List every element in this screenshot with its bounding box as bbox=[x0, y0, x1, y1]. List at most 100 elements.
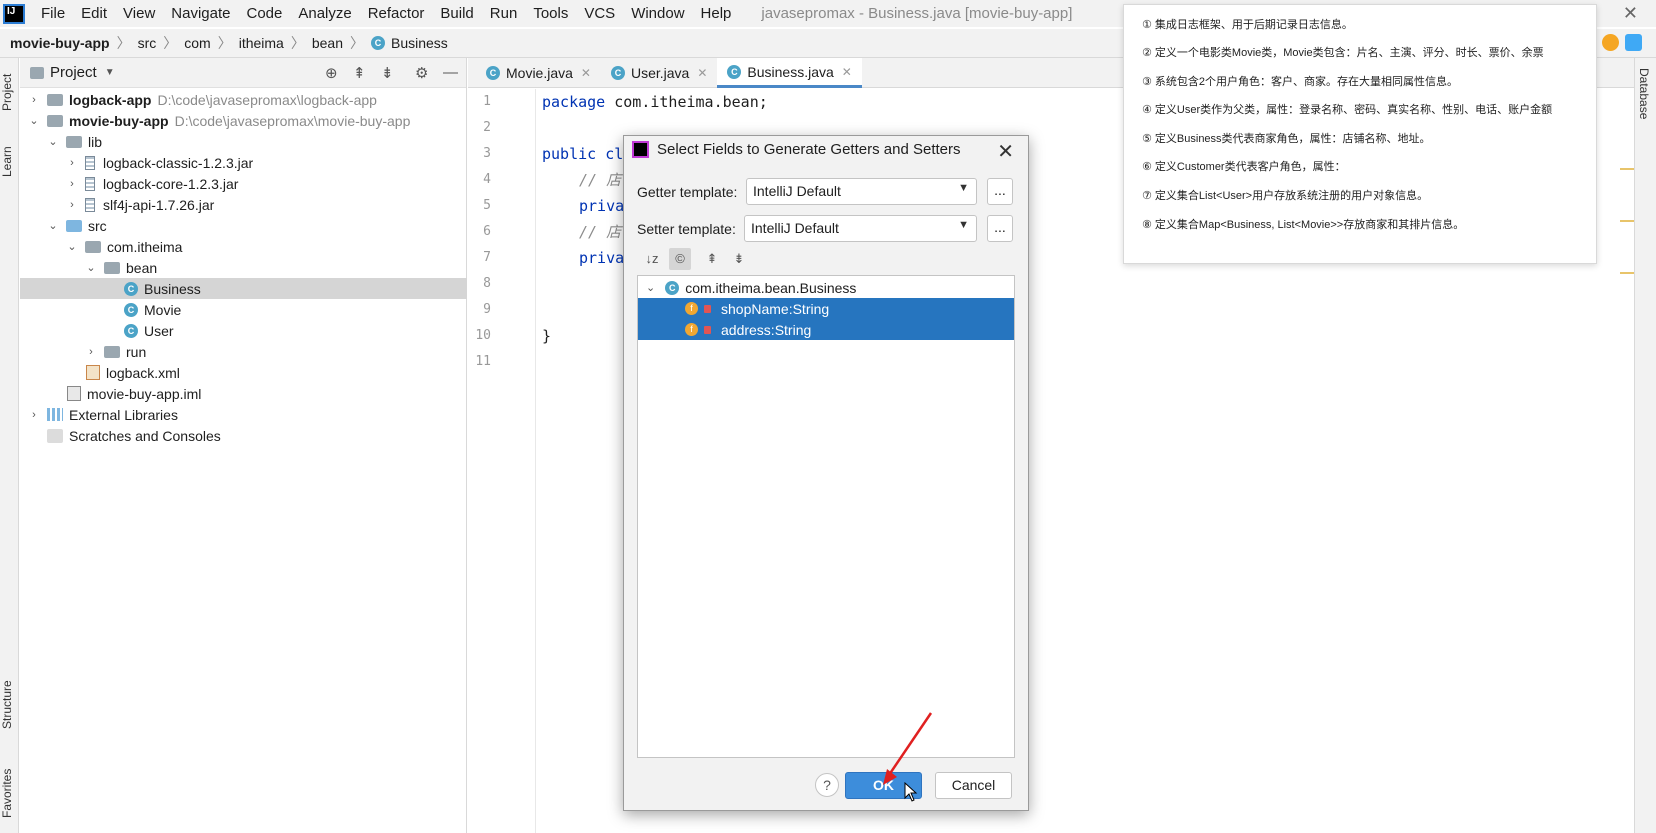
setter-template-select[interactable]: IntelliJ Default ▼ bbox=[744, 215, 977, 242]
breadcrumb-bean[interactable]: bean bbox=[312, 35, 343, 51]
note-item: ④ 定义User类作为父类，属性：登录名称、密码、真实名称、性别、电话、账户金额 bbox=[1142, 104, 1553, 116]
tree-item-class[interactable]: C Movie bbox=[20, 299, 467, 320]
tree-item-movie-buy-app[interactable]: ⌄ movie-buy-app D:\code\javasepromax\mov… bbox=[20, 110, 467, 131]
cancel-button[interactable]: Cancel bbox=[935, 772, 1012, 799]
tree-item-lib[interactable]: ⌄ lib bbox=[20, 131, 467, 152]
notification-icons bbox=[1602, 34, 1642, 51]
tree-item-logback-app[interactable]: › logback-app D:\code\javasepromax\logba… bbox=[20, 89, 467, 110]
tree-item-path: D:\code\javasepromax\logback-app bbox=[157, 91, 377, 108]
breadcrumb-com[interactable]: com bbox=[184, 35, 210, 51]
chevron-right-icon[interactable]: › bbox=[66, 157, 78, 169]
warning-stripe[interactable] bbox=[1620, 272, 1634, 274]
menu-edit[interactable]: Edit bbox=[81, 5, 107, 22]
chevron-down-icon[interactable]: ⌄ bbox=[47, 135, 59, 148]
menu-refactor[interactable]: Refactor bbox=[368, 5, 425, 22]
warning-stripe[interactable] bbox=[1620, 220, 1634, 222]
menu-navigate[interactable]: Navigate bbox=[171, 5, 230, 22]
plugin-icon[interactable] bbox=[1625, 34, 1642, 51]
menu-build[interactable]: Build bbox=[440, 5, 473, 22]
field-item-address[interactable]: f address:String bbox=[638, 319, 1014, 340]
window-close-icon[interactable]: ✕ bbox=[1623, 3, 1638, 24]
tool-tab-structure[interactable]: Structure bbox=[0, 670, 19, 740]
menu-view[interactable]: View bbox=[123, 5, 155, 22]
setter-template-more-button[interactable]: ... bbox=[987, 215, 1013, 242]
project-panel: Project ▼ ⊕ ⇞ ⇟ ⚙ — › logback-app D:\cod… bbox=[20, 58, 467, 833]
breadcrumb-itheima[interactable]: itheima bbox=[239, 35, 284, 51]
menu-window[interactable]: Window bbox=[631, 5, 684, 22]
tool-tab-favorites[interactable]: Favorites bbox=[0, 758, 19, 828]
breadcrumb-file[interactable]: C Business bbox=[371, 35, 448, 51]
tree-item-jar[interactable]: › logback-classic-1.2.3.jar bbox=[20, 152, 467, 173]
menu-run[interactable]: Run bbox=[490, 5, 518, 22]
getter-template-select[interactable]: IntelliJ Default ▼ bbox=[746, 178, 977, 205]
collapse-all-icon[interactable]: ⇟ bbox=[728, 248, 750, 270]
warning-stripe[interactable] bbox=[1620, 168, 1634, 170]
dialog-title-bar: Select Fields to Generate Getters and Se… bbox=[632, 141, 961, 158]
menu-analyze[interactable]: Analyze bbox=[298, 5, 351, 22]
close-icon[interactable]: ✕ bbox=[581, 66, 591, 80]
expand-all-icon[interactable]: ⇞ bbox=[353, 64, 366, 82]
tool-tab-learn[interactable]: Learn bbox=[0, 138, 19, 186]
tree-item-package[interactable]: ⌄ com.itheima bbox=[20, 236, 467, 257]
tree-root-class[interactable]: ⌄ C com.itheima.bean.Business bbox=[638, 277, 1014, 298]
tree-item-package[interactable]: › run bbox=[20, 341, 467, 362]
note-item: ⑤ 定义Business类代表商家角色，属性：店铺名称、地址。 bbox=[1142, 133, 1431, 145]
close-icon[interactable]: ✕ bbox=[842, 65, 852, 79]
tool-tab-database[interactable]: Database bbox=[1637, 68, 1651, 119]
chevron-down-icon[interactable]: ⌄ bbox=[85, 261, 97, 274]
tree-item-jar[interactable]: › logback-core-1.2.3.jar bbox=[20, 173, 467, 194]
tree-item-label: bean bbox=[126, 259, 158, 276]
tree-item-package[interactable]: ⌄ bean bbox=[20, 257, 467, 278]
code-line: public cl bbox=[542, 145, 624, 163]
close-icon[interactable]: ✕ bbox=[997, 139, 1014, 164]
update-icon[interactable] bbox=[1602, 34, 1619, 51]
chevron-right-icon[interactable]: › bbox=[66, 178, 78, 190]
show-classes-icon[interactable]: © bbox=[669, 248, 691, 270]
gear-icon[interactable]: ⚙ bbox=[415, 64, 428, 82]
tree-item-external-libraries[interactable]: › External Libraries bbox=[20, 404, 467, 425]
tab-user-java[interactable]: C User.java ✕ bbox=[601, 58, 717, 88]
tree-item-src[interactable]: ⌄ src bbox=[20, 215, 467, 236]
chevron-right-icon[interactable]: › bbox=[28, 94, 40, 106]
tree-item-class[interactable]: C Business bbox=[20, 278, 467, 299]
collapse-all-icon[interactable]: ⇟ bbox=[381, 64, 394, 82]
tool-tab-project[interactable]: Project bbox=[0, 64, 19, 120]
project-view-icon bbox=[30, 66, 44, 79]
code-keyword: package bbox=[542, 93, 606, 111]
tab-movie-java[interactable]: C Movie.java ✕ bbox=[476, 58, 601, 88]
chevron-right-icon[interactable]: › bbox=[66, 199, 78, 211]
field-item-shopname[interactable]: f shopName:String bbox=[638, 298, 1014, 319]
tree-item-jar[interactable]: › slf4j-api-1.7.26.jar bbox=[20, 194, 467, 215]
breadcrumb-src[interactable]: src bbox=[138, 35, 157, 51]
menu-help[interactable]: Help bbox=[701, 5, 732, 22]
project-panel-header: Project ▼ ⊕ ⇞ ⇟ ⚙ — bbox=[20, 58, 466, 88]
expand-all-icon[interactable]: ⇞ bbox=[701, 248, 723, 270]
chevron-right-icon[interactable]: › bbox=[28, 409, 40, 421]
chevron-down-icon[interactable]: ⌄ bbox=[47, 219, 59, 232]
tree-item-label: Business bbox=[144, 280, 201, 297]
dialog-title: Select Fields to Generate Getters and Se… bbox=[657, 141, 961, 158]
tab-business-java[interactable]: C Business.java ✕ bbox=[717, 58, 862, 88]
getter-template-more-button[interactable]: ... bbox=[987, 178, 1013, 205]
menu-code[interactable]: Code bbox=[246, 5, 282, 22]
tree-item-file[interactable]: movie-buy-app.iml bbox=[20, 383, 467, 404]
tree-item-class[interactable]: C User bbox=[20, 320, 467, 341]
tree-item-scratches[interactable]: Scratches and Consoles bbox=[20, 425, 467, 446]
chevron-down-icon[interactable]: ⌄ bbox=[28, 114, 40, 127]
chevron-down-icon[interactable]: ⌄ bbox=[66, 240, 78, 253]
chevron-down-icon[interactable]: ⌄ bbox=[646, 281, 655, 294]
menu-file[interactable]: File bbox=[41, 5, 65, 22]
minimize-icon[interactable]: — bbox=[443, 64, 458, 81]
chevron-right-icon[interactable]: › bbox=[85, 346, 97, 358]
menu-tools[interactable]: Tools bbox=[533, 5, 568, 22]
tree-item-file[interactable]: logback.xml bbox=[20, 362, 467, 383]
sort-alpha-icon[interactable]: ↓z bbox=[641, 248, 663, 270]
tree-item-label: Scratches and Consoles bbox=[69, 427, 221, 444]
help-button[interactable]: ? bbox=[815, 773, 839, 797]
chevron-down-icon[interactable]: ▼ bbox=[105, 67, 115, 78]
breadcrumb-project[interactable]: movie-buy-app bbox=[10, 35, 110, 51]
close-icon[interactable]: ✕ bbox=[697, 66, 707, 80]
menu-vcs[interactable]: VCS bbox=[584, 5, 615, 22]
locate-icon[interactable]: ⊕ bbox=[325, 64, 338, 82]
project-panel-title[interactable]: Project bbox=[50, 64, 97, 81]
